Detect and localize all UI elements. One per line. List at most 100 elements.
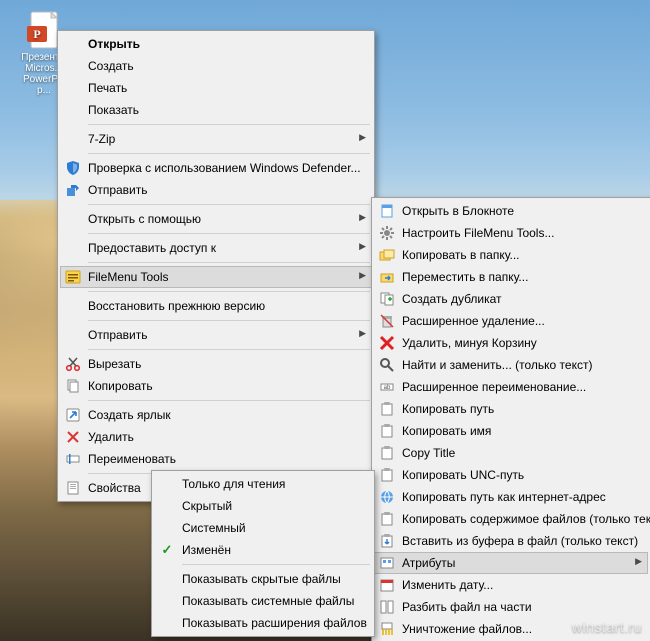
menu-item-label: Отправить bbox=[88, 183, 350, 197]
movefolder-icon bbox=[378, 268, 396, 286]
submenu-arrow-icon: ▶ bbox=[359, 132, 366, 143]
menu-item-defender[interactable]: Проверка с использованием Windows Defend… bbox=[60, 157, 372, 179]
menu-item-restore[interactable]: Восстановить прежнюю версию bbox=[60, 295, 372, 317]
menu-item-filemenu[interactable]: FileMenu Tools ▶ bbox=[60, 266, 372, 288]
menu-separator bbox=[88, 400, 370, 401]
menu-item-copyto[interactable]: Копировать в папку... bbox=[374, 244, 648, 266]
menu-item-label: Вырезать bbox=[88, 357, 350, 371]
menu-item-label: Проверка с использованием Windows Defend… bbox=[88, 161, 361, 175]
menu-item-openwith[interactable]: Открыть с помощью▶ bbox=[60, 208, 372, 230]
menu-separator bbox=[88, 349, 370, 350]
menu-item-label: Показывать расширения файлов bbox=[182, 616, 367, 630]
clip-icon bbox=[378, 510, 396, 528]
advdel-icon bbox=[378, 312, 396, 330]
menu-item-label: Копировать путь bbox=[402, 402, 626, 416]
menu-item-label: Настроить FileMenu Tools... bbox=[402, 226, 626, 240]
menu-item-copytitle[interactable]: Copy Title bbox=[374, 442, 648, 464]
menu-item-label: Удалить, минуя Корзину bbox=[402, 336, 626, 350]
menu-item-dup[interactable]: Создать дубликат bbox=[374, 288, 648, 310]
menu-item-label: FileMenu Tools bbox=[88, 270, 350, 284]
menu-item-shortcut[interactable]: Создать ярлык bbox=[60, 404, 372, 426]
menu-separator bbox=[88, 262, 370, 263]
menu-item-create[interactable]: Создать bbox=[60, 55, 372, 77]
menu-item-label: Изменён bbox=[182, 543, 350, 557]
menu-item-copypath[interactable]: Копировать путь bbox=[374, 398, 648, 420]
clip-icon bbox=[378, 422, 396, 440]
menu-separator bbox=[88, 204, 370, 205]
submenu-arrow-icon: ▶ bbox=[359, 328, 366, 339]
filemenu-icon bbox=[64, 268, 82, 286]
menu-item-show[interactable]: Показать bbox=[60, 99, 372, 121]
menu-item-copy[interactable]: Копировать bbox=[60, 375, 372, 397]
attrs-icon bbox=[378, 554, 396, 572]
menu-item-showext[interactable]: Показывать расширения файлов bbox=[154, 612, 372, 634]
delete-icon bbox=[64, 428, 82, 446]
menu-item-label: Вставить из буфера в файл (только текст) bbox=[402, 534, 638, 548]
menu-item-attrs[interactable]: Атрибуты▶ bbox=[374, 552, 648, 574]
menu-item-share1[interactable]: Отправить bbox=[60, 179, 372, 201]
menu-item-copyunc[interactable]: Копировать UNC-путь bbox=[374, 464, 648, 486]
menu-item-label: Системный bbox=[182, 521, 350, 535]
menu-item-label: Открыть bbox=[88, 37, 350, 51]
menu-item-advren[interactable]: abРасширенное переименование... bbox=[374, 376, 648, 398]
menu-item-system[interactable]: Системный bbox=[154, 517, 372, 539]
menu-separator bbox=[182, 564, 370, 565]
menu-item-advdel[interactable]: Расширенное удаление... bbox=[374, 310, 648, 332]
menu-item-7zip[interactable]: 7-Zip▶ bbox=[60, 128, 372, 150]
menu-item-copycont[interactable]: Копировать содержимое файлов (только тек… bbox=[374, 508, 648, 530]
menu-item-label: Показывать скрытые файлы bbox=[182, 572, 350, 586]
menu-item-open[interactable]: Открыть bbox=[60, 33, 372, 55]
menu-item-label: Расширенное удаление... bbox=[402, 314, 626, 328]
shield-icon bbox=[64, 159, 82, 177]
notepad-icon bbox=[378, 202, 396, 220]
menu-item-copyname[interactable]: Копировать имя bbox=[374, 420, 648, 442]
menu-item-label: Удалить bbox=[88, 430, 350, 444]
menu-item-label: Переименовать bbox=[88, 452, 350, 466]
menu-item-notepad[interactable]: Открыть в Блокноте bbox=[374, 200, 648, 222]
menu-item-label: Предоставить доступ к bbox=[88, 241, 350, 255]
menu-item-moveto[interactable]: Переместить в папку... bbox=[374, 266, 648, 288]
file-label-line: p... bbox=[37, 85, 51, 96]
menu-item-access[interactable]: Предоставить доступ к ▶ bbox=[60, 237, 372, 259]
menu-separator bbox=[88, 124, 370, 125]
menu-item-archive[interactable]: ✓ Изменён bbox=[154, 539, 372, 561]
context-menu-attributes: Только для чтенияСкрытый Системный ✓ Изменё… bbox=[151, 470, 375, 637]
submenu-arrow-icon: ▶ bbox=[359, 270, 366, 281]
dup-icon bbox=[378, 290, 396, 308]
menu-item-delete[interactable]: Удалить bbox=[60, 426, 372, 448]
menu-separator bbox=[88, 233, 370, 234]
menu-item-findrep[interactable]: Найти и заменить... (только текст) bbox=[374, 354, 648, 376]
split-icon bbox=[378, 598, 396, 616]
url-icon bbox=[378, 488, 396, 506]
menu-item-label: Печать bbox=[88, 81, 350, 95]
menu-item-label: Copy Title bbox=[402, 446, 626, 460]
menu-item-cut[interactable]: Вырезать bbox=[60, 353, 372, 375]
menu-item-delskip[interactable]: Удалить, минуя Корзину bbox=[374, 332, 648, 354]
menu-item-label: Копировать bbox=[88, 379, 350, 393]
menu-item-chdate[interactable]: Изменить дату... bbox=[374, 574, 648, 596]
watermark: winstart.ru bbox=[572, 619, 642, 635]
menu-item-label: Копировать содержимое файлов (только тек… bbox=[402, 512, 650, 526]
share-icon bbox=[64, 181, 82, 199]
menu-item-showsystem[interactable]: Показывать системные файлы bbox=[154, 590, 372, 612]
menu-item-rename[interactable]: Переименовать bbox=[60, 448, 372, 470]
menu-item-hidden[interactable]: Скрытый bbox=[154, 495, 372, 517]
menu-item-split[interactable]: Разбить файл на части bbox=[374, 596, 648, 618]
context-menu-primary: Открыть Создать Печать Показать 7-Zip▶ Провер… bbox=[57, 30, 375, 502]
menu-item-sendto[interactable]: Отправить▶ bbox=[60, 324, 372, 346]
menu-item-label: Переместить в папку... bbox=[402, 270, 626, 284]
redx-icon bbox=[378, 334, 396, 352]
menu-item-label: Расширенное переименование... bbox=[402, 380, 626, 394]
desktop: P Презент... Micros... PowerP... p... От… bbox=[0, 0, 650, 641]
menu-item-config[interactable]: Настроить FileMenu Tools... bbox=[374, 222, 648, 244]
submenu-arrow-icon: ▶ bbox=[359, 241, 366, 252]
menu-item-readonly[interactable]: Только для чтения bbox=[154, 473, 372, 495]
copy-icon bbox=[64, 377, 82, 395]
clip-icon bbox=[378, 466, 396, 484]
menu-item-print[interactable]: Печать bbox=[60, 77, 372, 99]
menu-item-copyurl[interactable]: Копировать путь как интернет-адрес bbox=[374, 486, 648, 508]
checkmark-icon: ✓ bbox=[158, 541, 176, 559]
menu-item-showhidden[interactable]: Показывать скрытые файлы bbox=[154, 568, 372, 590]
submenu-arrow-icon: ▶ bbox=[359, 212, 366, 223]
menu-item-pastebuf[interactable]: Вставить из буфера в файл (только текст) bbox=[374, 530, 648, 552]
